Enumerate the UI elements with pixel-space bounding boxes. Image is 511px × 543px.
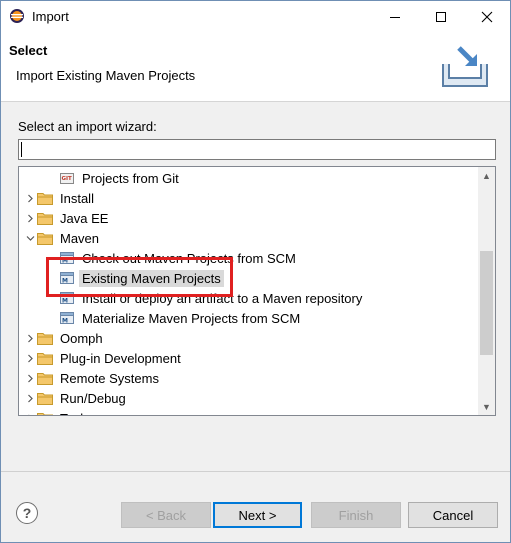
scrollbar-thumb[interactable]	[480, 251, 493, 355]
chevron-right-icon[interactable]	[23, 328, 37, 348]
wizard-filter-label: Select an import wizard:	[18, 119, 157, 134]
wizard-tree[interactable]: GIT Projects from Git Install Java EE Maven M…	[18, 166, 496, 416]
tree-item-label: Check out Maven Projects from SCM	[82, 250, 296, 266]
scroll-up-icon[interactable]: ▲	[478, 167, 495, 184]
cancel-button[interactable]: Cancel	[408, 502, 498, 528]
tree-viewport: GIT Projects from Git Install Java EE Maven M…	[19, 167, 478, 415]
tree-item[interactable]: Run/Debug	[23, 388, 129, 408]
tree-scrollbar[interactable]: ▲ ▼	[478, 167, 495, 415]
folder-icon	[37, 232, 53, 245]
tree-item[interactable]: Maven	[23, 228, 102, 248]
window-title: Import	[32, 9, 69, 24]
tree-item[interactable]: M Check out Maven Projects from SCM	[59, 248, 299, 268]
git-icon: GIT	[59, 170, 75, 186]
tree-item-label: Projects from Git	[82, 170, 179, 186]
tree-item[interactable]: Oomph	[23, 328, 106, 348]
tree-item-label: Tasks	[57, 410, 96, 416]
maven-icon: M	[59, 270, 75, 286]
import-dialog: Import Select Import Existing Maven Proj…	[0, 0, 511, 543]
folder-icon	[37, 332, 53, 345]
tree-item[interactable]: Tasks	[23, 408, 96, 415]
wizard-filter-input[interactable]	[18, 139, 496, 160]
tree-item[interactable]: M Existing Maven Projects	[59, 268, 224, 288]
folder-icon	[37, 192, 53, 205]
tree-item[interactable]: Plug-in Development	[23, 348, 184, 368]
tree-item[interactable]: M Install or deploy an artifact to a Mave…	[59, 288, 365, 308]
close-icon[interactable]	[464, 1, 510, 32]
chevron-down-icon[interactable]	[23, 228, 37, 248]
next-button[interactable]: Next >	[213, 502, 302, 528]
svg-text:M: M	[62, 298, 68, 305]
tree-item-label: Remote Systems	[60, 370, 159, 386]
maven-icon: M	[59, 290, 75, 306]
svg-text:M: M	[62, 278, 68, 285]
back-button[interactable]: < Back	[121, 502, 211, 528]
tree-item[interactable]: Install	[23, 188, 97, 208]
tree-item-label: Plug-in Development	[60, 350, 181, 366]
tree-item[interactable]: Java EE	[23, 208, 111, 228]
folder-icon	[37, 372, 53, 385]
tree-item-label: Install	[60, 190, 94, 206]
wizard-banner: Select Import Existing Maven Projects	[1, 32, 510, 102]
page-description: Import Existing Maven Projects	[16, 68, 196, 83]
tree-item-label: Run/Debug	[60, 390, 126, 406]
tree-item[interactable]: GIT Projects from Git	[59, 168, 182, 188]
chevron-right-icon[interactable]	[23, 188, 37, 208]
tree-item-label: Maven	[60, 230, 100, 246]
chevron-right-icon[interactable]	[23, 348, 37, 368]
folder-icon	[37, 212, 53, 225]
tree-item-label: Java EE	[60, 210, 109, 226]
folder-icon	[37, 412, 53, 415]
tree-item[interactable]: M Materialize Maven Projects from SCM	[59, 308, 303, 328]
folder-icon	[37, 392, 53, 405]
import-wizard-icon	[442, 46, 488, 87]
tree-item[interactable]: Remote Systems	[23, 368, 162, 388]
page-title: Select	[9, 43, 48, 58]
finish-button[interactable]: Finish	[311, 502, 401, 528]
tree-item-label: Install or deploy an artifact to a Maven…	[82, 290, 363, 306]
tree-item-label: Existing Maven Projects	[79, 269, 224, 287]
scroll-down-icon[interactable]: ▼	[478, 398, 495, 415]
maximize-icon[interactable]	[418, 1, 464, 32]
button-bar-separator	[1, 471, 510, 472]
maven-icon: M	[59, 250, 75, 266]
svg-text:M: M	[62, 318, 68, 325]
tree-item-label: Oomph	[60, 330, 103, 346]
chevron-right-icon[interactable]	[23, 368, 37, 388]
tree-item-label: Materialize Maven Projects from SCM	[82, 310, 301, 326]
chevron-right-icon[interactable]	[23, 388, 37, 408]
text-caret	[21, 142, 22, 157]
eclipse-icon	[10, 9, 24, 23]
maven-icon: M	[59, 310, 75, 326]
svg-text:GIT: GIT	[62, 176, 73, 182]
svg-text:M: M	[62, 258, 68, 265]
chevron-right-icon[interactable]	[23, 208, 37, 228]
title-bar: Import	[1, 1, 510, 32]
help-icon[interactable]: ?	[16, 502, 38, 524]
chevron-right-icon[interactable]	[23, 408, 37, 415]
folder-icon	[37, 352, 53, 365]
minimize-icon[interactable]	[372, 1, 418, 32]
